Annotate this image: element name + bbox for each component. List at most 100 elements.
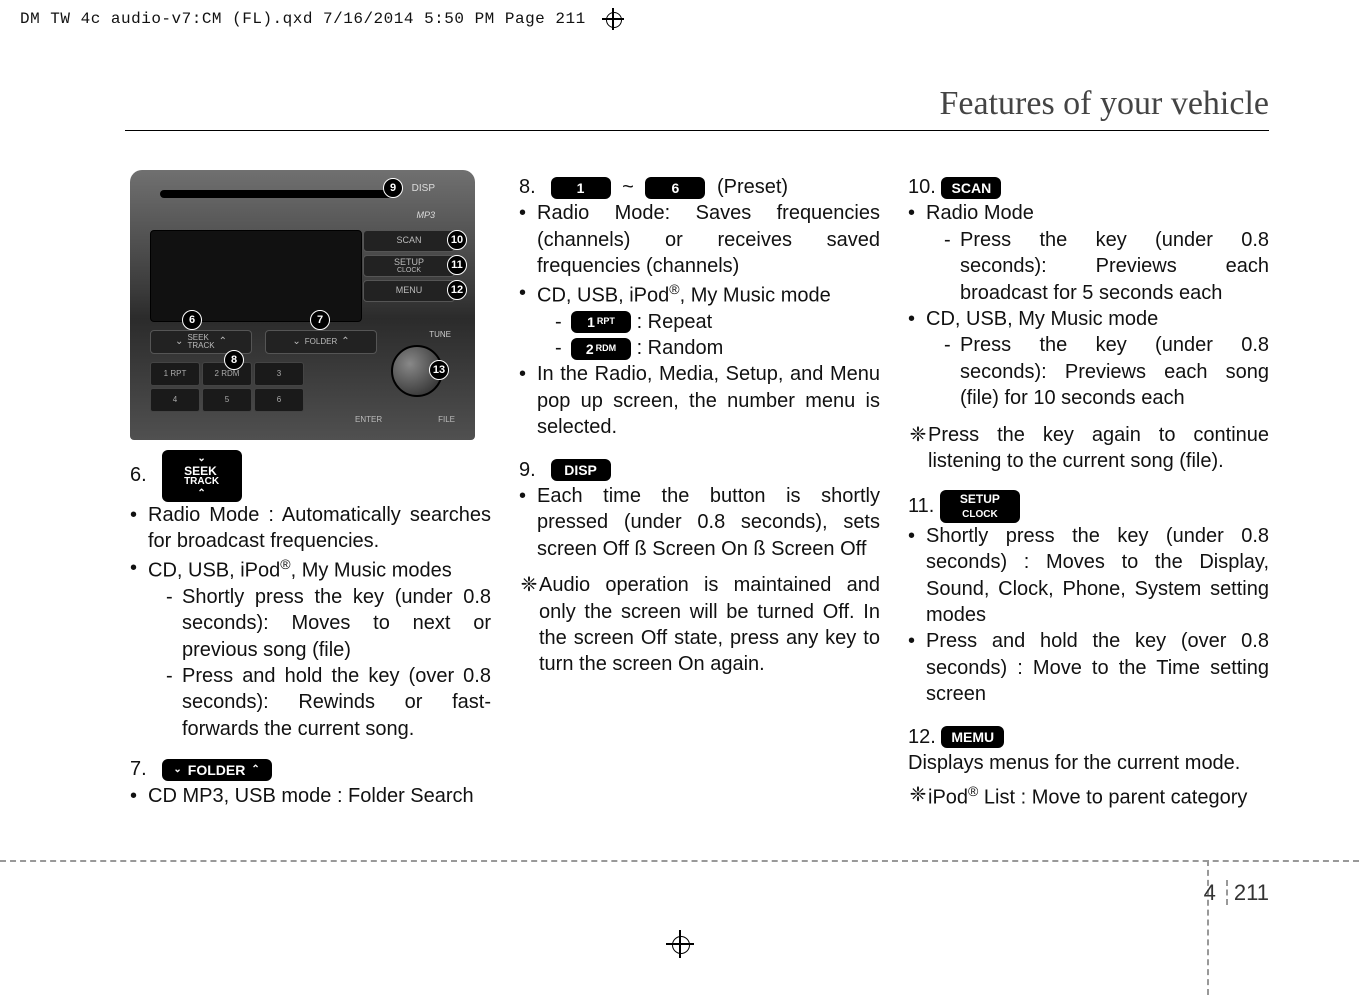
audio-unit-figure: DISP MP3 SCAN SETUP CLOCK MENU ⌄ SEEK TR… [130,170,475,440]
unit-screen [150,230,362,322]
item-10a-dash: Press the key (under 0.8 seconds): Previ… [944,227,1269,306]
seek-track-key: ⌄ SEEK TRACK ⌃ [162,450,242,502]
item-7-bullet: CD MP3, USB mode : Folder Search [130,783,491,809]
folder-key-label: FOLDER [188,761,246,779]
unit-scan-button: SCAN [363,230,455,252]
crop-mark-top [602,8,624,30]
item-8-number: 8. [519,174,545,200]
chevron-up-icon: ⌃ [219,335,227,348]
scan-key: SCAN [941,177,1001,199]
callout-11: 11 [447,255,467,275]
note-text: Audio operation is maintained and only t… [539,574,880,675]
unit-btn-3: 3 [254,362,304,386]
text: RDM [596,343,617,355]
column-1: DISP MP3 SCAN SETUP CLOCK MENU ⌄ SEEK TR… [130,170,491,819]
text: CD, USB, My Music mode [926,308,1158,330]
item-8-bullet-c: In the Radio, Media, Setup, and Menu pop… [519,361,880,440]
item-7-number: 7. [130,756,156,782]
note-icon: ❈ [519,572,539,598]
print-mark: DM TW 4c audio-v7:CM (FL).qxd 7/16/2014 … [20,8,624,30]
item-6-bullet-a: Radio Mode : Automatically searches for … [130,502,491,555]
item-10-bullet-a: Radio Mode Press the key (under 0.8 seco… [908,200,1269,306]
page-title: Features of your vehicle [940,85,1270,123]
unit-setup-button: SETUP CLOCK [363,255,455,277]
column-3: 10. SCAN Radio Mode Press the key (under… [908,170,1269,819]
chevron-down-icon: ⌄ [173,763,181,776]
setup-key-l2: CLOCK [962,508,998,521]
item-6-number: 6. [130,462,156,488]
item-8-bullet-b: CD, USB, iPod®, My Music mode 1RPT : Rep… [519,280,880,362]
rdm-key: 2RDM [571,338,631,360]
unit-tune-label: TUNE [429,330,451,341]
footer-rule [0,860,1359,862]
item-12-number: 12. [908,724,936,750]
preset-1-key: 1 [551,177,611,199]
item-12-note: ❈ iPod® List : Move to parent category [908,782,1269,811]
item-6b-dash-1: Shortly press the key (under 0.8 seconds… [166,584,491,663]
registered-mark: ® [280,556,290,572]
crop-mark-bottom [666,930,694,963]
item-11-header: 11. SETUP CLOCK [908,490,1269,523]
item-6b-dash-2: Press and hold the key (over 0.8 seconds… [166,663,491,742]
unit-disp-label: DISP [412,182,435,195]
note-text: Press the key again to continue listenin… [928,424,1269,472]
chevron-down-icon: ⌄ [175,335,183,348]
item-8-header: 8. 1 ~ 6 (Preset) [519,174,880,200]
item-12-header: 12. MEMU [908,724,1269,750]
setup-key-l1: SETUP [960,492,1000,508]
text: , My Music modes [291,559,452,581]
page-number-value: 211 [1234,880,1269,905]
text: CD, USB, iPod [148,559,280,581]
item-8-rdm: 2RDM : Random [555,335,880,361]
unit-setup-l1: SETUP [394,258,424,267]
callout-9: 9 [383,178,403,198]
item-8-bullet-a: Radio Mode: Saves frequencies (channels)… [519,200,880,279]
callout-7: 7 [310,310,330,330]
tilde: ~ [622,176,634,198]
callout-8: 8 [224,350,244,370]
section-number: 4 [1204,880,1228,905]
item-6-bullet-b: CD, USB, iPod®, My Music modes Shortly p… [130,555,491,742]
page-number: 4211 [1204,880,1269,906]
item-9-header: 9. DISP [519,457,880,483]
unit-folder-button: ⌄ FOLDER ⌃ [265,330,377,354]
text: List : Move to parent category [978,787,1247,809]
unit-enter-label: ENTER [355,415,382,426]
preset-label: (Preset) [717,176,788,198]
text: 2 [586,340,594,358]
text: : Random [637,337,724,359]
rpt-key: 1RPT [571,311,631,333]
chevron-up-icon: ⌃ [341,335,349,348]
preset-6-key: 6 [645,177,705,199]
item-10-note: ❈ Press the key again to continue listen… [908,422,1269,475]
disp-key: DISP [551,459,611,481]
text: , My Music mode [680,284,831,306]
chevron-up-icon: ⌃ [251,763,259,776]
note-icon: ❈ [908,782,928,808]
item-8-rpt: 1RPT : Repeat [555,309,880,335]
content-columns: DISP MP3 SCAN SETUP CLOCK MENU ⌄ SEEK TR… [130,170,1269,819]
text: CD, USB, iPod [537,284,669,306]
item-10-bullet-b: CD, USB, My Music mode Press the key (un… [908,306,1269,412]
text: : Repeat [637,311,713,333]
folder-key: ⌄ FOLDER ⌃ [162,759,272,781]
print-mark-text: DM TW 4c audio-v7:CM (FL).qxd 7/16/2014 … [20,10,586,28]
item-7-header: 7. ⌄ FOLDER ⌃ [130,756,491,782]
unit-btn-1: 1 RPT [150,362,200,386]
disc-slot [160,190,395,198]
item-11-bullet-b: Press and hold the key (over 0.8 seconds… [908,628,1269,707]
chevron-up-icon: ⌃ [197,487,205,500]
item-12-text: Displays menus for the current mode. [908,750,1269,776]
callout-12: 12 [447,280,467,300]
text: Radio Mode [926,202,1034,224]
title-rule [125,130,1269,131]
unit-menu-button: MENU [363,280,455,302]
item-11-bullet-a: Shortly press the key (under 0.8 seconds… [908,523,1269,629]
setup-clock-key: SETUP CLOCK [940,490,1020,523]
registered-mark: ® [968,783,978,799]
callout-10: 10 [447,230,467,250]
item-10b-dash: Press the key (under 0.8 seconds): Previ… [944,332,1269,411]
note-icon: ❈ [908,422,928,448]
unit-btn-4: 4 [150,388,200,412]
callout-13: 13 [429,360,449,380]
